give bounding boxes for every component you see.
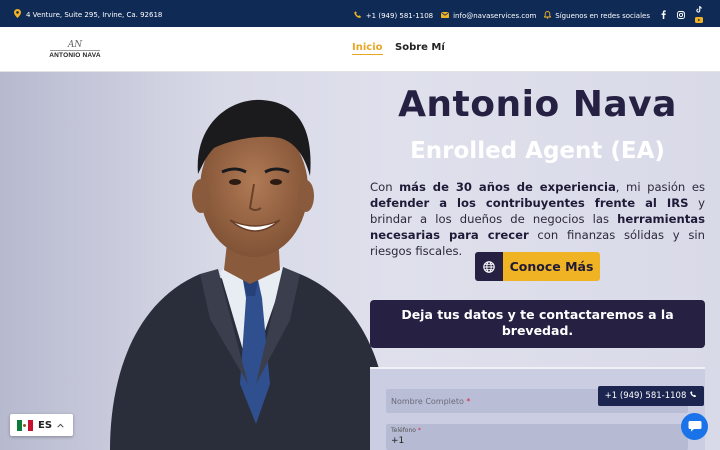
topbar-phone-link[interactable]: +1 (949) 581-1108 <box>354 10 434 21</box>
language-selector[interactable]: ES <box>10 414 73 436</box>
contact-form: Nombre Completo * +1 Teléfono * <box>370 367 705 450</box>
site-logo[interactable]: AN ANTONIO NAVA <box>48 40 102 60</box>
logo-name: ANTONIO NAVA <box>49 52 101 59</box>
chat-button[interactable] <box>681 413 708 440</box>
social-label-text: Síguenos en redes sociales <box>555 11 650 20</box>
phone-label: Teléfono * <box>391 427 421 434</box>
logo-divider <box>50 50 100 51</box>
name-placeholder: Nombre Completo * <box>391 397 470 406</box>
conoce-mas-label: Conoce Más <box>503 252 600 281</box>
floating-phone-text: +1 (949) 581-1108 <box>604 391 687 401</box>
topbar-phone-text: +1 (949) 581-1108 <box>365 11 434 20</box>
mail-icon <box>441 11 450 20</box>
facebook-icon[interactable] <box>658 10 668 21</box>
tiktok-icon[interactable] <box>696 6 702 15</box>
para-bold-1: más de 30 años de experiencia <box>399 180 616 194</box>
para-bold-2: defender a los contribuyentes frente al … <box>370 196 689 210</box>
instagram-icon[interactable] <box>676 10 686 21</box>
language-code: ES <box>38 419 53 431</box>
contact-banner: Deja tus datos y te contactaremos a la b… <box>370 300 705 348</box>
nav-item-sobre-mi[interactable]: Sobre Mí <box>395 42 445 53</box>
topbar-social-label: Síguenos en redes sociales <box>543 10 650 21</box>
youtube-icon[interactable] <box>695 16 703 25</box>
name-placeholder-text: Nombre Completo <box>391 397 464 406</box>
topbar-email-link[interactable]: info@navaservices.com <box>441 11 537 20</box>
chevron-up-icon <box>57 420 64 431</box>
bell-icon <box>543 10 553 21</box>
mexico-flag-icon <box>17 419 33 431</box>
para-text-1: Con <box>370 180 400 194</box>
topbar-email-text: info@navaservices.com <box>453 11 537 20</box>
globe-icon <box>475 252 503 281</box>
address-text: 4 Venture, Suite 295, Irvine, Ca. 92618 <box>26 10 163 19</box>
required-mark: * <box>466 397 471 406</box>
top-bar: 4 Venture, Suite 295, Irvine, Ca. 92618 … <box>0 0 720 27</box>
phone-icon <box>354 10 362 21</box>
para-text-2: , mi pasión es <box>615 180 705 194</box>
hero-subtitle: Enrolled Agent (EA) <box>410 138 665 164</box>
phone-value: +1 <box>391 436 405 446</box>
phone-label-text: Teléfono <box>391 427 416 434</box>
chat-bubble-icon <box>688 417 702 436</box>
hero-description: Con más de 30 años de experiencia, mi pa… <box>370 179 705 259</box>
logo-signature: AN <box>67 40 83 50</box>
address: 4 Venture, Suite 295, Irvine, Ca. 92618 <box>14 9 162 20</box>
floating-phone-button[interactable]: +1 (949) 581-1108 <box>598 386 704 406</box>
phone-icon <box>690 391 697 401</box>
hero-title: Antonio Nava <box>398 84 677 125</box>
map-pin-icon <box>14 9 21 20</box>
phone-required-mark: * <box>417 427 421 434</box>
main-navbar: AN ANTONIO NAVA Inicio Sobre Mí <box>0 27 720 72</box>
phone-field[interactable]: +1 <box>386 424 688 450</box>
portrait-photo <box>110 99 390 450</box>
tiktok-youtube-group <box>694 6 704 25</box>
conoce-mas-button[interactable]: Conoce Más <box>475 252 600 281</box>
nav-item-inicio[interactable]: Inicio <box>352 42 383 55</box>
